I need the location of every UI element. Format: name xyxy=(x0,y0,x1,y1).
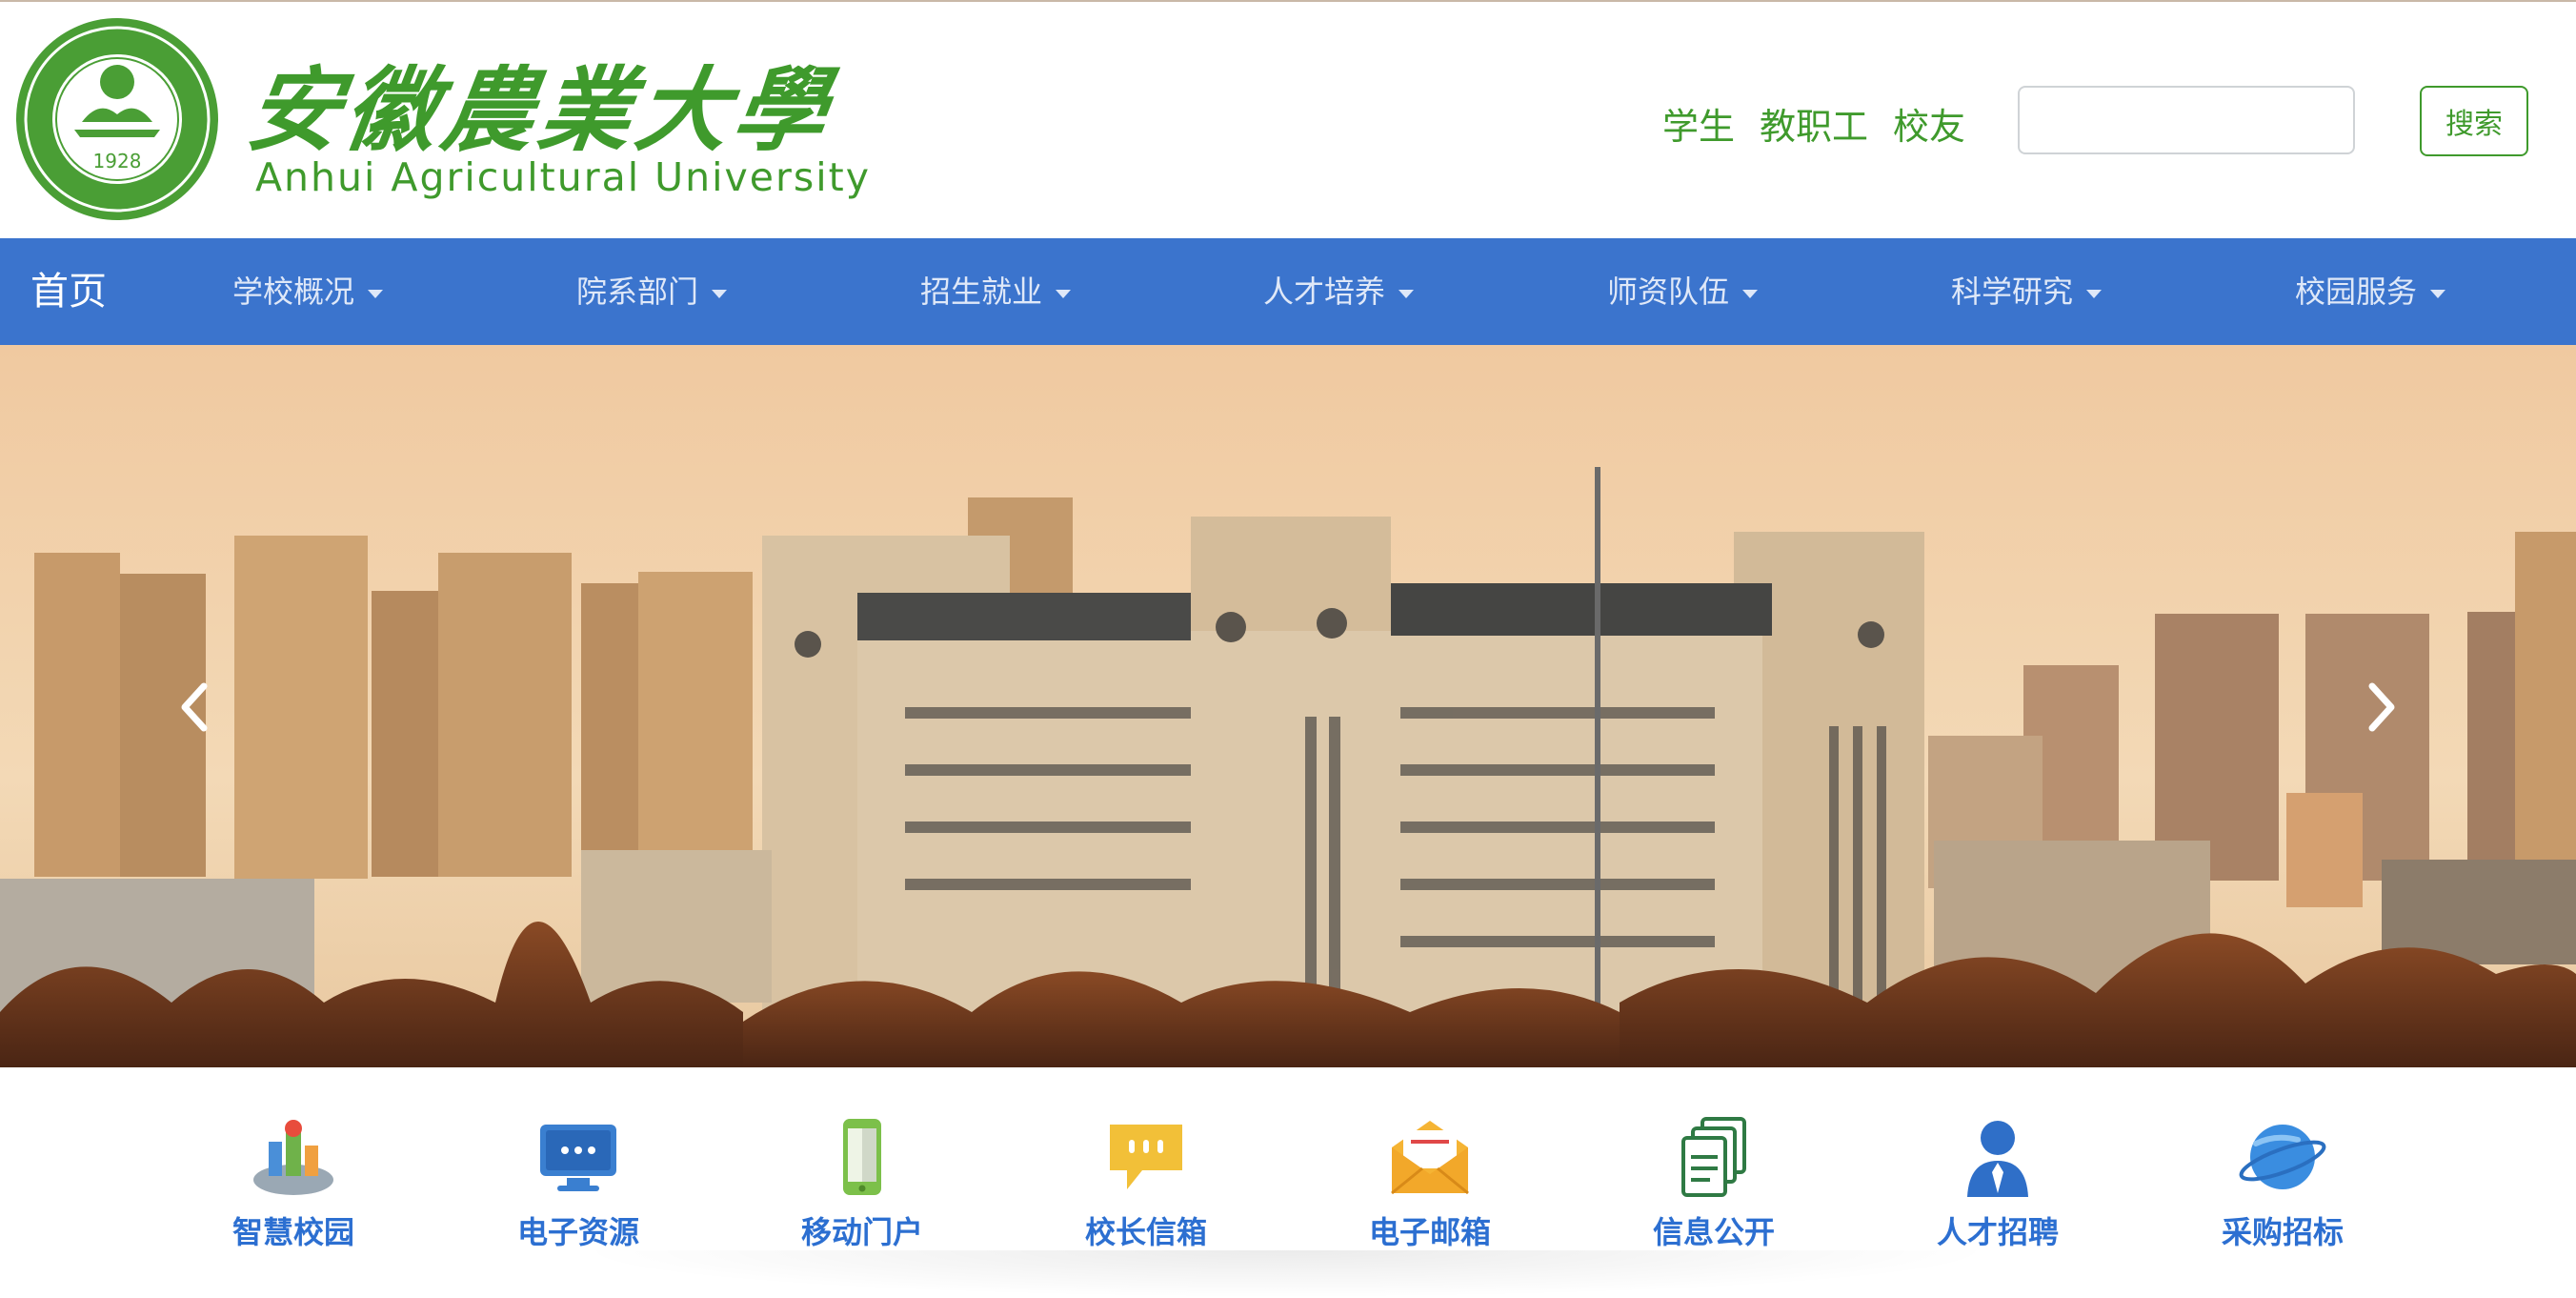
chevron-left-icon xyxy=(181,682,208,732)
nav-item-label: 师资队伍 xyxy=(1607,274,1730,310)
university-name-cn[interactable]: 安徽農業大學 xyxy=(240,36,842,169)
bottom-shadow xyxy=(572,1250,2001,1298)
documents-icon xyxy=(1681,1117,1746,1197)
audience-links: 学生 教职工 校友 xyxy=(1662,97,1965,150)
service-info-disclosure[interactable]: 信息公开 xyxy=(1600,1115,1828,1268)
nav-item-research[interactable]: 科学研究 xyxy=(1951,238,2103,345)
service-label: 电子资源 xyxy=(516,1214,639,1250)
nav-item-label: 招生就业 xyxy=(920,274,1043,310)
nav-item-label: 院系部门 xyxy=(576,274,699,310)
nav-item-label: 学校概况 xyxy=(232,274,355,310)
smart-campus-icon xyxy=(253,1120,333,1195)
mobile-phone-icon xyxy=(843,1119,881,1195)
caret-down-icon xyxy=(368,289,384,298)
service-recruitment[interactable]: 人才招聘 xyxy=(1883,1115,2112,1268)
chat-bubble-icon xyxy=(1110,1125,1182,1189)
university-name-en[interactable]: Anhui Agricultural University xyxy=(255,154,871,200)
search-input[interactable] xyxy=(2018,86,2355,154)
service-label: 人才招聘 xyxy=(1936,1214,2059,1250)
carousel-prev-button[interactable] xyxy=(156,669,232,745)
service-label: 智慧校园 xyxy=(231,1214,354,1250)
main-nav: 首页 学校概况 院系部门 招生就业 人才培养 师资队伍 科学研究 校园服务 xyxy=(0,238,2576,345)
link-staff[interactable]: 教职工 xyxy=(1760,97,1868,150)
campus-building-photo xyxy=(0,345,2576,1067)
service-label: 校长信箱 xyxy=(1084,1214,1207,1250)
envelope-icon xyxy=(1391,1121,1469,1195)
caret-down-icon xyxy=(1399,289,1415,298)
service-mobile-portal[interactable]: 移动门户 xyxy=(748,1115,976,1268)
nav-item-label: 人才培养 xyxy=(1263,274,1386,310)
caret-down-icon xyxy=(712,289,728,298)
nav-item-education[interactable]: 人才培养 xyxy=(1263,238,1415,345)
caret-down-icon xyxy=(2086,289,2103,298)
service-label: 电子邮箱 xyxy=(1368,1214,1491,1250)
caret-down-icon xyxy=(1056,289,1072,298)
service-label: 信息公开 xyxy=(1652,1214,1775,1250)
service-label: 采购招标 xyxy=(2221,1214,2344,1250)
service-president-mailbox[interactable]: 校长信箱 xyxy=(1032,1115,1260,1268)
hero-carousel[interactable] xyxy=(0,345,2576,1067)
carousel-next-button[interactable] xyxy=(2344,669,2420,745)
caret-down-icon xyxy=(1742,289,1759,298)
link-alumni[interactable]: 校友 xyxy=(1893,97,1965,150)
search-button[interactable]: 搜索 xyxy=(2420,86,2528,156)
nav-home[interactable]: 首页 xyxy=(30,238,107,345)
svg-text:1928: 1928 xyxy=(93,150,142,172)
person-icon xyxy=(1967,1121,2028,1197)
nav-item-departments[interactable]: 院系部门 xyxy=(576,238,728,345)
nav-item-overview[interactable]: 学校概况 xyxy=(232,238,384,345)
link-students[interactable]: 学生 xyxy=(1662,97,1735,150)
site-header: 1928 安徽農業大學 Anhui Agricultural Universit… xyxy=(0,2,2576,238)
nav-item-faculty[interactable]: 师资队伍 xyxy=(1607,238,1759,345)
service-procurement[interactable]: 采购招标 xyxy=(2168,1115,2397,1268)
service-smart-campus[interactable]: 智慧校园 xyxy=(179,1115,408,1268)
university-seal-logo[interactable]: 1928 xyxy=(13,15,221,223)
service-e-resources[interactable]: 电子资源 xyxy=(464,1115,693,1268)
planet-icon xyxy=(2239,1125,2326,1189)
monitor-icon xyxy=(540,1125,616,1191)
nav-item-label: 校园服务 xyxy=(2295,274,2418,310)
service-email[interactable]: 电子邮箱 xyxy=(1316,1115,1544,1268)
chevron-right-icon xyxy=(2368,682,2395,732)
nav-item-admissions[interactable]: 招生就业 xyxy=(920,238,1072,345)
caret-down-icon xyxy=(2430,289,2446,298)
service-label: 移动门户 xyxy=(800,1214,923,1250)
nav-item-campus-services[interactable]: 校园服务 xyxy=(2295,238,2446,345)
nav-item-label: 科学研究 xyxy=(1951,274,2074,310)
